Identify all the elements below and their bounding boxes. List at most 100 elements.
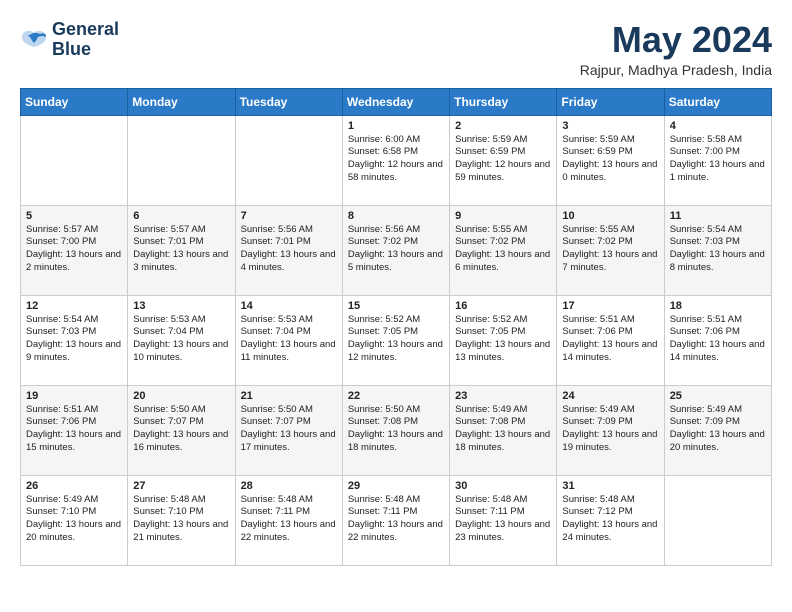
cell-info: Sunrise: 5:53 AMSunset: 7:04 PMDaylight:…: [241, 314, 337, 365]
calendar-cell: 3Sunrise: 5:59 AMSunset: 6:59 PMDaylight…: [557, 115, 664, 205]
day-number: 28: [241, 480, 337, 492]
header-wednesday: Wednesday: [342, 88, 449, 115]
header-thursday: Thursday: [450, 88, 557, 115]
day-number: 19: [26, 390, 122, 402]
cell-info: Sunrise: 5:54 AMSunset: 7:03 PMDaylight:…: [670, 224, 766, 275]
cell-info: Sunrise: 5:49 AMSunset: 7:10 PMDaylight:…: [26, 494, 122, 545]
cell-info: Sunrise: 5:48 AMSunset: 7:11 PMDaylight:…: [348, 494, 444, 545]
day-number: 30: [455, 480, 551, 492]
cell-info: Sunrise: 5:49 AMSunset: 7:09 PMDaylight:…: [670, 404, 766, 455]
cell-info: Sunrise: 5:55 AMSunset: 7:02 PMDaylight:…: [562, 224, 658, 275]
calendar-cell: 31 Sunrise: 5:48 AMSunset: 7:12 PMDayligh…: [557, 475, 664, 565]
calendar-cell: 1Sunrise: 6:00 AMSunset: 6:58 PMDaylight…: [342, 115, 449, 205]
calendar-cell: 17Sunrise: 5:51 AMSunset: 7:06 PMDayligh…: [557, 295, 664, 385]
cell-info: Sunrise: 5:54 AMSunset: 7:03 PMDaylight:…: [26, 314, 122, 365]
day-number: 22: [348, 390, 444, 402]
calendar-cell: 15 Sunrise: 5:52 AMSunset: 7:05 PMDayligh…: [342, 295, 449, 385]
header-tuesday: Tuesday: [235, 88, 342, 115]
day-number: 2: [455, 120, 551, 132]
calendar-cell: 20Sunrise: 5:50 AMSunset: 7:07 PMDayligh…: [128, 385, 235, 475]
cell-info: Sunrise: 5:50 AMSunset: 7:07 PMDaylight:…: [241, 404, 337, 455]
day-number: 11: [670, 210, 766, 222]
calendar-cell: [235, 115, 342, 205]
day-number: 17: [562, 300, 658, 312]
cell-info: Sunrise: 5:48 AMSunset: 7:10 PMDaylight:…: [133, 494, 229, 545]
cell-info: Sunrise: 5:49 AMSunset: 7:08 PMDaylight:…: [455, 404, 551, 455]
calendar-cell: 22 Sunrise: 5:50 AMSunset: 7:08 PMDayligh…: [342, 385, 449, 475]
calendar-cell: 6 Sunrise: 5:57 AMSunset: 7:01 PMDaylight…: [128, 205, 235, 295]
header-row: SundayMondayTuesdayWednesdayThursdayFrid…: [21, 88, 772, 115]
calendar-cell: 26Sunrise: 5:49 AMSunset: 7:10 PMDayligh…: [21, 475, 128, 565]
week-row-1: 1Sunrise: 6:00 AMSunset: 6:58 PMDaylight…: [21, 115, 772, 205]
day-number: 10: [562, 210, 658, 222]
cell-info: Sunrise: 5:52 AMSunset: 7:05 PMDaylight:…: [348, 314, 444, 365]
header-saturday: Saturday: [664, 88, 771, 115]
calendar-cell: 30 Sunrise: 5:48 AMSunset: 7:11 PMDayligh…: [450, 475, 557, 565]
day-number: 25: [670, 390, 766, 402]
cell-info: Sunrise: 5:57 AMSunset: 7:00 PMDaylight:…: [26, 224, 122, 275]
day-number: 18: [670, 300, 766, 312]
cell-info: Sunrise: 5:49 AMSunset: 7:09 PMDaylight:…: [562, 404, 658, 455]
day-number: 14: [241, 300, 337, 312]
calendar-cell: 18 Sunrise: 5:51 AMSunset: 7:06 PMDayligh…: [664, 295, 771, 385]
calendar-cell: 23 Sunrise: 5:49 AMSunset: 7:08 PMDayligh…: [450, 385, 557, 475]
calendar-cell: 4 Sunrise: 5:58 AMSunset: 7:00 PMDaylight…: [664, 115, 771, 205]
calendar-cell: 24Sunrise: 5:49 AMSunset: 7:09 PMDayligh…: [557, 385, 664, 475]
cell-info: Sunrise: 5:51 AMSunset: 7:06 PMDaylight:…: [26, 404, 122, 455]
logo-text-line2: Blue: [52, 40, 119, 60]
day-number: 16: [455, 300, 551, 312]
header-monday: Monday: [128, 88, 235, 115]
cell-info: Sunrise: 5:58 AMSunset: 7:00 PMDaylight:…: [670, 134, 766, 185]
week-row-5: 26Sunrise: 5:49 AMSunset: 7:10 PMDayligh…: [21, 475, 772, 565]
day-number: 27: [133, 480, 229, 492]
day-number: 6: [133, 210, 229, 222]
calendar-cell: 2Sunrise: 5:59 AMSunset: 6:59 PMDaylight…: [450, 115, 557, 205]
day-number: 31: [562, 480, 658, 492]
day-number: 9: [455, 210, 551, 222]
day-number: 8: [348, 210, 444, 222]
cell-info: Sunrise: 5:48 AMSunset: 7:11 PMDaylight:…: [241, 494, 337, 545]
calendar-cell: [128, 115, 235, 205]
day-number: 7: [241, 210, 337, 222]
cell-info: Sunrise: 5:57 AMSunset: 7:01 PMDaylight:…: [133, 224, 229, 275]
day-number: 1: [348, 120, 444, 132]
calendar-cell: 11 Sunrise: 5:54 AMSunset: 7:03 PMDayligh…: [664, 205, 771, 295]
calendar-cell: 8 Sunrise: 5:56 AMSunset: 7:02 PMDaylight…: [342, 205, 449, 295]
day-number: 21: [241, 390, 337, 402]
cell-info: Sunrise: 5:56 AMSunset: 7:02 PMDaylight:…: [348, 224, 444, 275]
calendar-table: SundayMondayTuesdayWednesdayThursdayFrid…: [20, 88, 772, 566]
location: Rajpur, Madhya Pradesh, India: [580, 62, 772, 78]
logo: General Blue: [20, 20, 119, 60]
page-header: General Blue May 2024 Rajpur, Madhya Pra…: [20, 20, 772, 78]
header-sunday: Sunday: [21, 88, 128, 115]
header-friday: Friday: [557, 88, 664, 115]
calendar-cell: 16 Sunrise: 5:52 AMSunset: 7:05 PMDayligh…: [450, 295, 557, 385]
week-row-4: 19 Sunrise: 5:51 AMSunset: 7:06 PMDayligh…: [21, 385, 772, 475]
calendar-cell: 9Sunrise: 5:55 AMSunset: 7:02 PMDaylight…: [450, 205, 557, 295]
month-title: May 2024: [580, 20, 772, 60]
cell-info: Sunrise: 5:50 AMSunset: 7:08 PMDaylight:…: [348, 404, 444, 455]
calendar-cell: 25 Sunrise: 5:49 AMSunset: 7:09 PMDayligh…: [664, 385, 771, 475]
week-row-2: 5 Sunrise: 5:57 AMSunset: 7:00 PMDaylight…: [21, 205, 772, 295]
calendar-cell: 13 Sunrise: 5:53 AMSunset: 7:04 PMDayligh…: [128, 295, 235, 385]
title-area: May 2024 Rajpur, Madhya Pradesh, India: [580, 20, 772, 78]
day-number: 12: [26, 300, 122, 312]
cell-info: Sunrise: 5:53 AMSunset: 7:04 PMDaylight:…: [133, 314, 229, 365]
logo-text-line1: General: [52, 20, 119, 40]
cell-info: Sunrise: 5:51 AMSunset: 7:06 PMDaylight:…: [670, 314, 766, 365]
cell-info: Sunrise: 5:50 AMSunset: 7:07 PMDaylight:…: [133, 404, 229, 455]
logo-icon: [20, 29, 48, 51]
calendar-cell: 7Sunrise: 5:56 AMSunset: 7:01 PMDaylight…: [235, 205, 342, 295]
cell-info: Sunrise: 5:52 AMSunset: 7:05 PMDaylight:…: [455, 314, 551, 365]
day-number: 4: [670, 120, 766, 132]
day-number: 5: [26, 210, 122, 222]
cell-info: Sunrise: 5:59 AMSunset: 6:59 PMDaylight:…: [562, 134, 658, 185]
calendar-cell: 10 Sunrise: 5:55 AMSunset: 7:02 PMDayligh…: [557, 205, 664, 295]
day-number: 23: [455, 390, 551, 402]
cell-info: Sunrise: 5:48 AMSunset: 7:11 PMDaylight:…: [455, 494, 551, 545]
calendar-cell: 5 Sunrise: 5:57 AMSunset: 7:00 PMDaylight…: [21, 205, 128, 295]
calendar-cell: 21 Sunrise: 5:50 AMSunset: 7:07 PMDayligh…: [235, 385, 342, 475]
cell-info: Sunrise: 5:48 AMSunset: 7:12 PMDaylight:…: [562, 494, 658, 545]
day-number: 15: [348, 300, 444, 312]
day-number: 13: [133, 300, 229, 312]
